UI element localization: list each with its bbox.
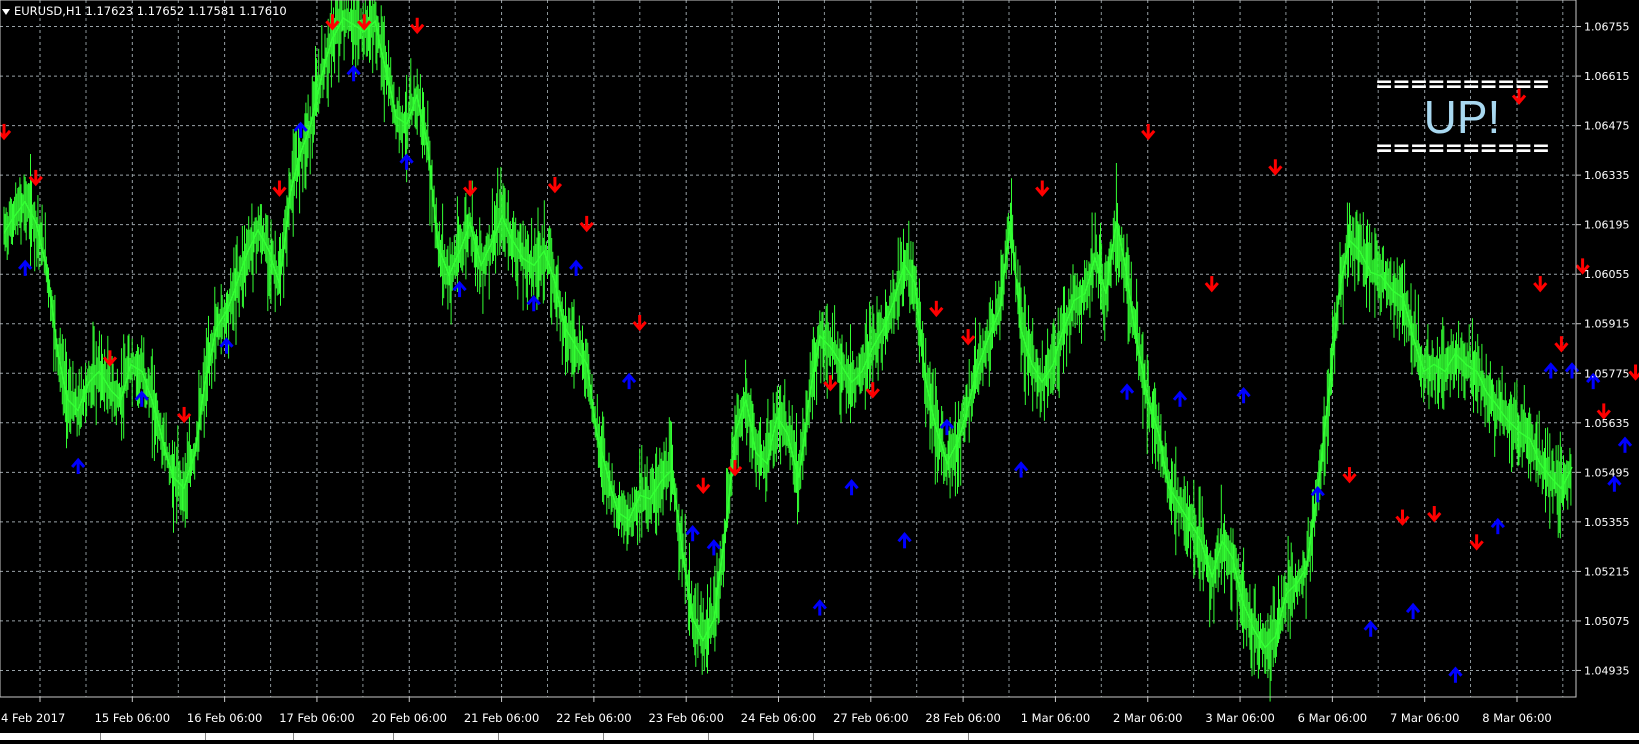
symbol-quote: EURUSD,H1 1.17623 1.17652 1.17581 1.1761…	[14, 4, 287, 18]
y-tick-label: 1.06195	[1584, 219, 1630, 232]
x-tick-label: 20 Feb 06:00	[372, 711, 447, 725]
tab-segment[interactable]	[603, 733, 709, 740]
x-tick-label: 23 Feb 06:00	[648, 711, 723, 725]
y-tick-label: 1.06615	[1584, 70, 1630, 83]
x-tick-label: 2 Mar 06:00	[1113, 711, 1182, 725]
x-tick-label: 7 Mar 06:00	[1390, 711, 1459, 725]
tab-segment[interactable]	[393, 733, 499, 740]
price-chart[interactable]: 1.06755 1.06615 1.06475 1.06335 1.06195 1.060…	[0, 0, 1639, 740]
y-tick-label: 1.05495	[1584, 466, 1630, 479]
x-tick-label: 3 Mar 06:00	[1205, 711, 1274, 725]
x-tick-label: 24 Feb 06:00	[741, 711, 816, 725]
tab-segment[interactable]	[293, 733, 394, 740]
y-tick-label: 1.05355	[1584, 516, 1630, 529]
collapse-triangle-icon[interactable]	[2, 8, 10, 15]
y-tick-label: 1.06475	[1584, 120, 1630, 133]
y-tick-label: 1.06335	[1584, 169, 1630, 182]
banner-text: UP!	[1423, 91, 1501, 143]
x-tick-label: 28 Feb 06:00	[925, 711, 1000, 725]
x-tick-label: 4 Feb 2017	[1, 711, 65, 725]
tab-segment[interactable]	[708, 733, 814, 740]
y-tick-label: 1.06755	[1584, 21, 1630, 34]
x-tick-label: 21 Feb 06:00	[464, 711, 539, 725]
bottom-tab-strip[interactable]	[0, 733, 1639, 740]
banner-rule-bottom: ==========	[1374, 136, 1550, 161]
x-tick-label: 16 Feb 06:00	[187, 711, 262, 725]
x-tick-label: 6 Mar 06:00	[1298, 711, 1367, 725]
x-tick-label: 22 Feb 06:00	[556, 711, 631, 725]
tab-segment[interactable]	[0, 733, 101, 740]
y-tick-label: 1.04935	[1584, 664, 1630, 677]
x-tick-label: 8 Mar 06:00	[1482, 711, 1551, 725]
signal-banner: ========== UP! ==========	[1368, 74, 1556, 161]
y-tick-label: 1.05075	[1584, 615, 1630, 628]
y-tick-label: 1.05915	[1584, 318, 1630, 331]
y-tick-label: 1.05635	[1584, 417, 1630, 430]
tab-segment[interactable]	[100, 733, 206, 740]
y-tick-label: 1.06055	[1584, 268, 1630, 281]
symbol-header[interactable]: EURUSD,H1 1.17623 1.17652 1.17581 1.1761…	[2, 4, 287, 18]
x-tick-label: 15 Feb 06:00	[95, 711, 170, 725]
y-tick-label: 1.05215	[1584, 565, 1630, 578]
tab-segment[interactable]	[498, 733, 604, 740]
x-tick-label: 1 Mar 06:00	[1021, 711, 1090, 725]
y-tick-label: 1.05775	[1584, 367, 1630, 380]
tab-segment[interactable]	[813, 733, 969, 740]
x-tick-label: 27 Feb 06:00	[833, 711, 908, 725]
x-tick-label: 17 Feb 06:00	[279, 711, 354, 725]
tab-segment[interactable]	[205, 733, 294, 740]
